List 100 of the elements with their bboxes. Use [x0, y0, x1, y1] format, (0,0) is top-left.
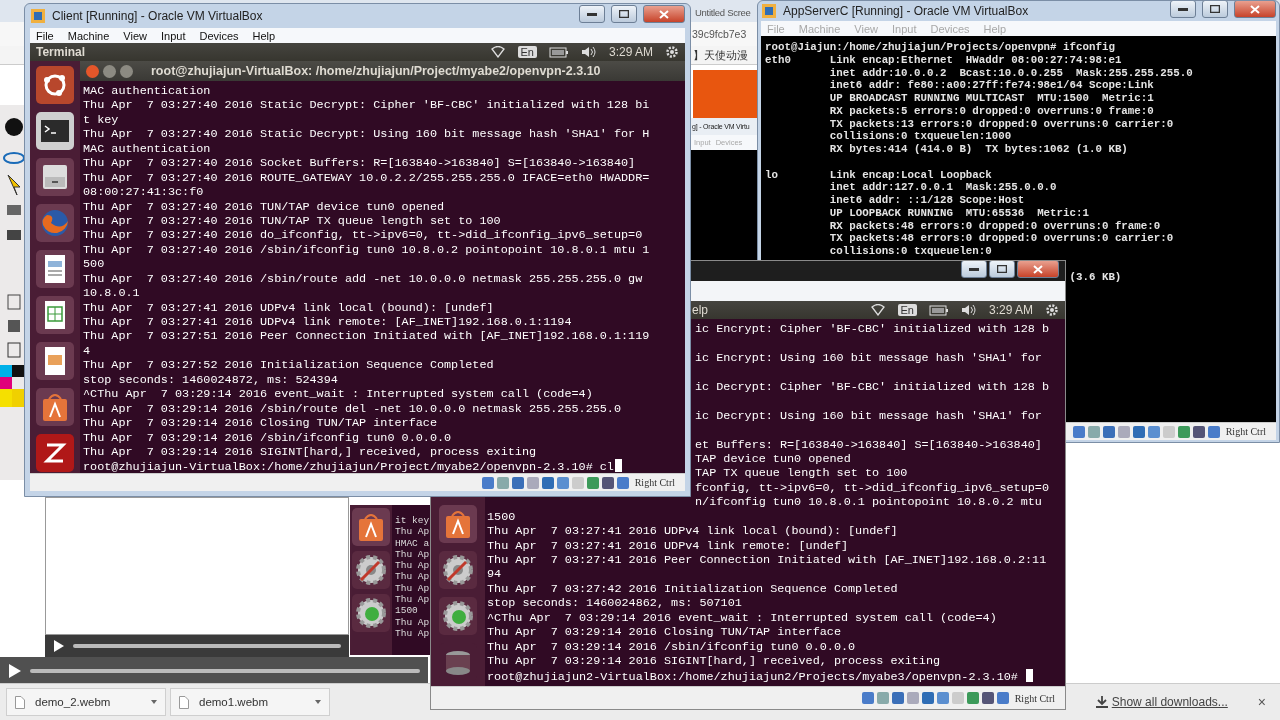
console-line: RX packets:48 errors:0 dropped:0 overruns:0 frame:0 [828, 219, 1161, 232]
terminal-line: Thu Apr 7 03:29:14 2016 Closing TUN/TAP interface [83, 416, 437, 431]
menu-item[interactable]: elp [692, 303, 708, 317]
terminal-line: stop seconds: 1460024862, ms: 507101 [487, 596, 742, 611]
language-indicator[interactable]: En [517, 46, 537, 58]
terminal-line: TAP device tun0 opened [695, 451, 851, 466]
menu-item[interactable]: Input [160, 29, 186, 42]
gear-wrench-icon [438, 550, 478, 590]
console-line: RX bytes:414 (414.0 B) TX bytes:1062 (1.0 KB) [828, 143, 1128, 155]
terminal-line: Thu Ap [395, 627, 430, 639]
terminal-line: t key [83, 112, 119, 127]
console-line: UP BROADCAST RUNNING MULTICAST MTU:1500 Metric:1 [828, 92, 1154, 104]
console-line: RX packets:5 errors:0 dropped:0 overruns:0 frame:0 [828, 104, 1154, 117]
terminal-line: Thu Apr 7 03:27:40 2016 Static Decrypt: Using 160 bit message hash 'SHA1' for H [83, 127, 650, 142]
console-line: TX packets:13 errors:0 dropped:0 overruns:0 carrier:0 [828, 117, 1174, 130]
minimize-button[interactable] [579, 5, 605, 23]
terminal-line: Thu Apr 7 03:27:51 2016 Peer Connection Initiated with [AF_INET]192.168.0.1:119 [83, 329, 650, 344]
menu-item[interactable]: Devices [199, 29, 239, 42]
terminal-line: Thu Ap [395, 594, 430, 606]
maximize-icon [619, 10, 629, 18]
address-text[interactable]: 39c9fcb7e3 [692, 28, 747, 40]
minimize-button[interactable] [1170, 1, 1196, 18]
file-icon [15, 695, 25, 709]
language-indicator[interactable]: En [897, 304, 917, 316]
maximize-button[interactable] [1202, 1, 1228, 18]
console-line: collisions:0 txqueuelen:0 [828, 245, 992, 257]
caret-icon [151, 700, 157, 704]
terminal-line: n/ifconfig tun0 10.8.0.1 pointopoint 10.8.0.2 mtu [695, 495, 1042, 510]
terminal-line: Thu Apr 7 03:27:41 2016 Peer Connection Initiated with [AF_INET]192.168.0.2:11 [487, 553, 1047, 567]
console-line: lo Link encap:Local Loopback [765, 168, 992, 181]
terminal-line: et Buffers: R=[163840->163840] S=[163840->163840] [695, 437, 1042, 452]
terminal-line: Thu Apr 7 03:29:14 2016 /sbin/ifconfig tun0 0.0.0.0 [487, 639, 856, 654]
bookmark-link[interactable]: 】天使动漫 [693, 47, 748, 63]
terminal-line: Thu Apr 7 03:27:40 2016 /sbin/route add -net 10.0.0.0 netmask 255.255.255.0 gw [83, 271, 643, 286]
terminal-line: 1500 [487, 509, 516, 524]
show-all-downloads-link[interactable]: Show all downloads... [1111, 695, 1228, 709]
terminal-line: Thu Apr 7 03:27:40 2016 do_ifconfig, tt->ipv6=0, tt->did_ifconfig_ipv6_setup=0 [83, 228, 643, 243]
app-name: Terminal [36, 45, 87, 59]
terminal-line: Thu Ap [395, 571, 430, 583]
minimize-icon [1178, 7, 1188, 11]
shopping-bag-icon [35, 387, 75, 427]
ubuntu-logo-icon [35, 65, 75, 105]
close-button[interactable]: × [1249, 694, 1274, 710]
file-icon [179, 695, 189, 709]
maximize-icon [997, 265, 1007, 273]
maximize-button[interactable] [989, 261, 1015, 278]
maximize-button[interactable] [611, 5, 637, 23]
terminal-line: stop seconds: 1460024872, ms: 524394 [83, 372, 338, 387]
terminal-line: 10.8.0.1 [83, 286, 140, 301]
terminal-line: 500 [83, 257, 105, 272]
virtualbox-icon [761, 3, 777, 19]
close-button[interactable] [643, 5, 685, 23]
menu-item[interactable]: Machine [67, 29, 110, 42]
clock-time: 3:29 AM [608, 45, 653, 59]
terminal-line: HMAC a [395, 537, 430, 549]
terminal-line: Thu Ap [395, 560, 430, 572]
terminal-line: Thu Apr 7 03:29:14 2016 SIGINT[hard,] received, process exiting [83, 444, 537, 459]
file-name: demo1.webm [199, 696, 270, 708]
text-cursor [614, 459, 622, 473]
minimize-button[interactable] [961, 261, 987, 278]
menu-item[interactable]: File [36, 29, 54, 42]
menu-item[interactable]: Help [252, 29, 276, 42]
terminal-line: Thu Apr 7 03:29:14 2016 /sbin/ifconfig tun0 0.0.0.0 [83, 430, 452, 445]
minimize-icon [587, 12, 597, 16]
clock-time: 3:29 AM [988, 303, 1033, 317]
close-button[interactable] [86, 64, 99, 78]
terminal-line: 08:00:27:41:3c:f0 [83, 185, 204, 200]
terminal-line: Thu Ap [395, 526, 430, 538]
terminal-line: Thu Apr 7 03:29:14 2016 Closing TUN/TAP interface [487, 625, 841, 640]
console-line: UP LOOPBACK RUNNING MTU:65536 Metric:1 [828, 206, 1089, 219]
close-button[interactable] [1234, 1, 1276, 18]
progress-track[interactable] [73, 644, 341, 648]
terminal-line: Thu Apr 7 03:27:42 2016 Initialization Sequence Completed [487, 581, 898, 596]
terminal-line: MAC authentication [83, 84, 211, 98]
speaker-icon [960, 304, 977, 316]
terminal-line: ic Encrypt: Using 160 bit message hash 'SHA1' for [695, 350, 1042, 365]
speaker-icon [580, 46, 597, 58]
menu-item[interactable]: View [123, 29, 147, 42]
host-key-label: Right Ctrl [1225, 426, 1266, 437]
terminal-line: Thu Apr 7 03:27:40 2016 TUN/TAP device tun0 opened [83, 199, 445, 214]
download-item[interactable]: demo1.webm [170, 688, 330, 716]
terminal-line: Thu Ap [395, 582, 430, 594]
close-icon [1033, 264, 1043, 274]
close-button[interactable] [1017, 261, 1059, 278]
download-item[interactable]: demo_2.webm [6, 688, 166, 716]
close-icon [659, 9, 669, 19]
terminal-line: ic Decrypt: Cipher 'BF-CBC' initialized with 128 b [695, 379, 1049, 394]
play-icon [53, 640, 65, 652]
console-line: collisions:0 txqueuelen:1000 [828, 130, 1012, 143]
terminal-line: Thu Apr 7 03:27:41 2016 UDPv4 link local (bound): [undef] [487, 524, 898, 539]
tab-title[interactable]: Untitled Scree [695, 4, 751, 22]
host-key-label: Right Ctrl [634, 477, 675, 488]
maximize-icon [1210, 5, 1220, 13]
terminal-line: 4 [83, 343, 91, 358]
terminal-line: Thu Apr 7 03:27:40 2016 ROUTE_GATEWAY 10.0.2.2/255.255.255.0 IFACE=eth0 HWADDR= [83, 170, 650, 185]
host-key-label: Right Ctrl [1014, 692, 1055, 704]
progress-track[interactable] [30, 668, 420, 673]
terminal-line: Thu Apr 7 03:27:41 2016 UDPv4 link remote: [undef] [487, 538, 849, 553]
terminal-line: 1500 [395, 605, 418, 617]
wifi-icon [489, 46, 506, 58]
